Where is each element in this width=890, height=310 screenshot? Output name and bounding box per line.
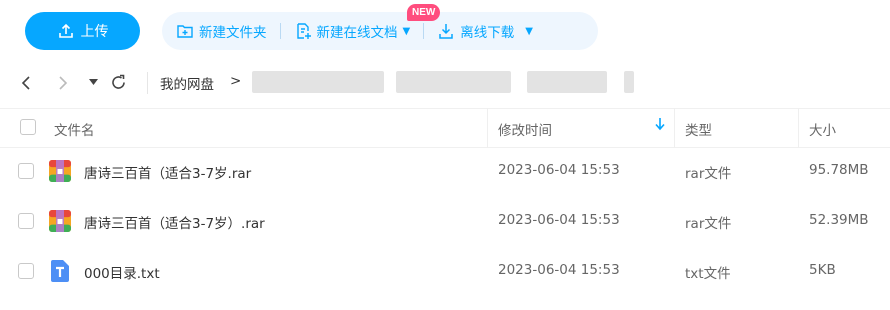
forward-arrow-icon[interactable] [57, 76, 69, 90]
chevron-down-icon: ▼ [402, 25, 411, 37]
file-type: rar文件 [685, 216, 732, 232]
file-size: 52.39MB [809, 212, 869, 228]
file-modified: 2023-06-04 15:53 [498, 212, 620, 228]
row-checkbox[interactable] [18, 163, 34, 179]
column-divider [487, 108, 488, 148]
column-header-size[interactable]: 大小 [809, 119, 836, 139]
file-name[interactable]: 唐诗三百首（适合3-7岁.rar [84, 162, 251, 182]
breadcrumb-root[interactable]: 我的网盘 [160, 73, 214, 93]
file-size: 5KB [809, 262, 836, 278]
new-online-doc-button[interactable]: 新建在线文档 ▼ [294, 21, 411, 41]
breadcrumb-blurred-path[interactable] [624, 71, 634, 93]
action-separator [279, 23, 281, 39]
breadcrumb-blurred-path[interactable] [252, 71, 384, 93]
history-dropdown-icon[interactable] [89, 79, 98, 86]
column-header-name[interactable]: 文件名 [54, 119, 95, 139]
rar-archive-icon [49, 210, 71, 232]
action-separator [423, 23, 425, 39]
back-arrow-icon[interactable] [20, 76, 32, 90]
new-doc-icon [296, 23, 311, 39]
download-icon [439, 24, 453, 39]
new-online-doc-label: 新建在线文档 [316, 25, 398, 41]
chevron-down-icon: ▼ [525, 25, 533, 37]
rar-archive-icon [49, 160, 71, 182]
upload-label: 上传 [80, 24, 109, 40]
refresh-icon[interactable] [110, 74, 127, 91]
offline-download-label: 离线下载 [460, 25, 515, 41]
file-size: 95.78MB [809, 162, 869, 178]
row-checkbox[interactable] [18, 213, 34, 229]
toolbar: 上传 新建文件夹 新建在线文档 ▼ 离线下载 ▼ NEW [0, 0, 890, 62]
breadcrumb-blurred-path[interactable] [396, 71, 511, 93]
column-divider [798, 108, 799, 148]
new-badge: NEW [407, 4, 441, 21]
table-header [0, 108, 890, 148]
upload-icon [58, 23, 73, 38]
offline-download-button[interactable]: 离线下载 ▼ [437, 21, 533, 41]
breadcrumb-separator: > [230, 73, 242, 89]
column-header-type[interactable]: 类型 [685, 119, 712, 139]
row-checkbox[interactable] [18, 263, 34, 279]
upload-button[interactable]: 上传 [25, 12, 140, 50]
file-modified: 2023-06-04 15:53 [498, 262, 620, 278]
breadcrumb-blurred-path[interactable] [527, 71, 607, 93]
sort-down-icon[interactable] [655, 118, 665, 131]
new-folder-button[interactable]: 新建文件夹 [176, 21, 267, 41]
file-name[interactable]: 000目录.txt [84, 262, 160, 282]
new-folder-icon [177, 25, 193, 38]
column-divider [674, 108, 675, 148]
new-folder-label: 新建文件夹 [199, 25, 267, 41]
txt-file-icon [51, 260, 69, 282]
navbar-divider [147, 72, 148, 94]
column-header-modified[interactable]: 修改时间 [498, 119, 552, 139]
file-name[interactable]: 唐诗三百首（适合3-7岁）.rar [84, 212, 265, 232]
select-all-checkbox[interactable] [20, 119, 36, 135]
file-type: rar文件 [685, 166, 732, 182]
action-group: 新建文件夹 新建在线文档 ▼ 离线下载 ▼ [162, 12, 598, 50]
file-type: txt文件 [685, 266, 731, 282]
file-modified: 2023-06-04 15:53 [498, 162, 620, 178]
